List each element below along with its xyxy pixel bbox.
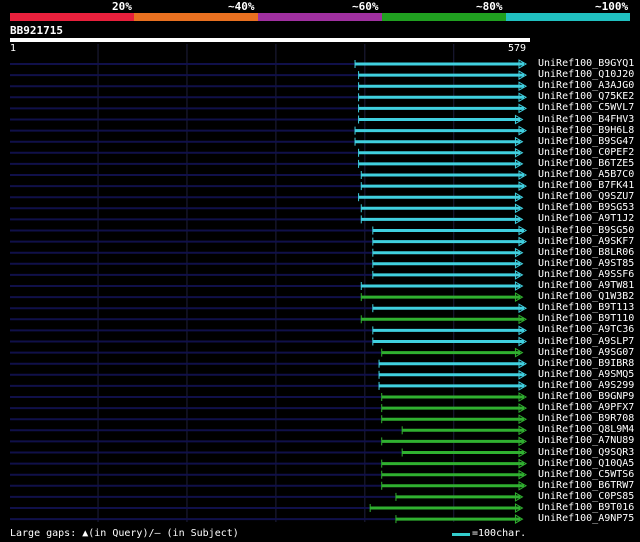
hit-label[interactable]: UniRef100_A9TW81: [538, 280, 634, 291]
hit-label[interactable]: UniRef100_B9SG53: [538, 202, 634, 213]
hit-label[interactable]: UniRef100_Q10QA5: [538, 458, 634, 469]
hit-label[interactable]: UniRef100_A9S299: [538, 380, 634, 391]
hit-label[interactable]: UniRef100_B9H6L8: [538, 125, 634, 136]
hit-label[interactable]: UniRef100_C0PEF2: [538, 147, 634, 158]
hit-label[interactable]: UniRef100_A9TC36: [538, 324, 634, 335]
hit-label[interactable]: UniRef100_C5WVL7: [538, 102, 634, 113]
hit-label[interactable]: UniRef100_Q9SQR3: [538, 447, 634, 458]
scale-legend: =100char.: [452, 528, 526, 540]
hit-label[interactable]: UniRef100_B9GYQ1: [538, 58, 634, 69]
hit-label[interactable]: UniRef100_Q10J20: [538, 69, 634, 80]
hit-label[interactable]: UniRef100_B8LR06: [538, 247, 634, 258]
hit-label[interactable]: UniRef100_A7NU89: [538, 435, 634, 446]
hit-label[interactable]: UniRef100_A9PFX7: [538, 402, 634, 413]
hit-label[interactable]: UniRef100_B4FHV3: [538, 114, 634, 125]
hit-label[interactable]: UniRef100_B9SG47: [538, 136, 634, 147]
hit-label[interactable]: UniRef100_A9T1J2: [538, 213, 634, 224]
hit-label[interactable]: UniRef100_B7FK41: [538, 180, 634, 191]
hit-label[interactable]: UniRef100_A9SMQ5: [538, 369, 634, 380]
hit-label[interactable]: UniRef100_B9R708: [538, 413, 634, 424]
hit-label[interactable]: UniRef100_B9T016: [538, 502, 634, 513]
hit-label[interactable]: UniRef100_Q8L9M4: [538, 424, 634, 435]
hit-label[interactable]: UniRef100_Q75KE2: [538, 91, 634, 102]
hit-label[interactable]: UniRef100_C5WTS6: [538, 469, 634, 480]
hit-label[interactable]: UniRef100_A3AJG0: [538, 80, 634, 91]
hit-label[interactable]: UniRef100_A9NP75: [538, 513, 634, 524]
hit-label[interactable]: UniRef100_Q9SZU7: [538, 191, 634, 202]
scale-text: =100char.: [472, 528, 527, 539]
hit-label[interactable]: UniRef100_B9SG50: [538, 225, 634, 236]
hit-label[interactable]: UniRef100_A9SLP7: [538, 336, 634, 347]
hit-label[interactable]: UniRef100_B9T113: [538, 302, 634, 313]
scale-bar: [452, 532, 470, 536]
hit-label[interactable]: UniRef100_B9GNP9: [538, 391, 634, 402]
hit-label[interactable]: UniRef100_Q1W3B2: [538, 291, 634, 302]
hit-label[interactable]: UniRef100_A5B7C0: [538, 169, 634, 180]
hit-label[interactable]: UniRef100_A9SG07: [538, 347, 634, 358]
hit-label[interactable]: UniRef100_A9SKF7: [538, 236, 634, 247]
hit-label[interactable]: UniRef100_B6TZE5: [538, 158, 634, 169]
hit-label[interactable]: UniRef100_A9SSF6: [538, 269, 634, 280]
hit-label[interactable]: UniRef100_C0PS85: [538, 491, 634, 502]
gaps-legend: Large gaps: ▲(in Query)/— (in Subject): [10, 528, 239, 539]
hit-label[interactable]: UniRef100_A9ST85: [538, 258, 634, 269]
hit-label[interactable]: UniRef100_B6TRW7: [538, 480, 634, 491]
hit-label[interactable]: UniRef100_B9IBR8: [538, 358, 634, 369]
hit-label[interactable]: UniRef100_B9T110: [538, 313, 634, 324]
